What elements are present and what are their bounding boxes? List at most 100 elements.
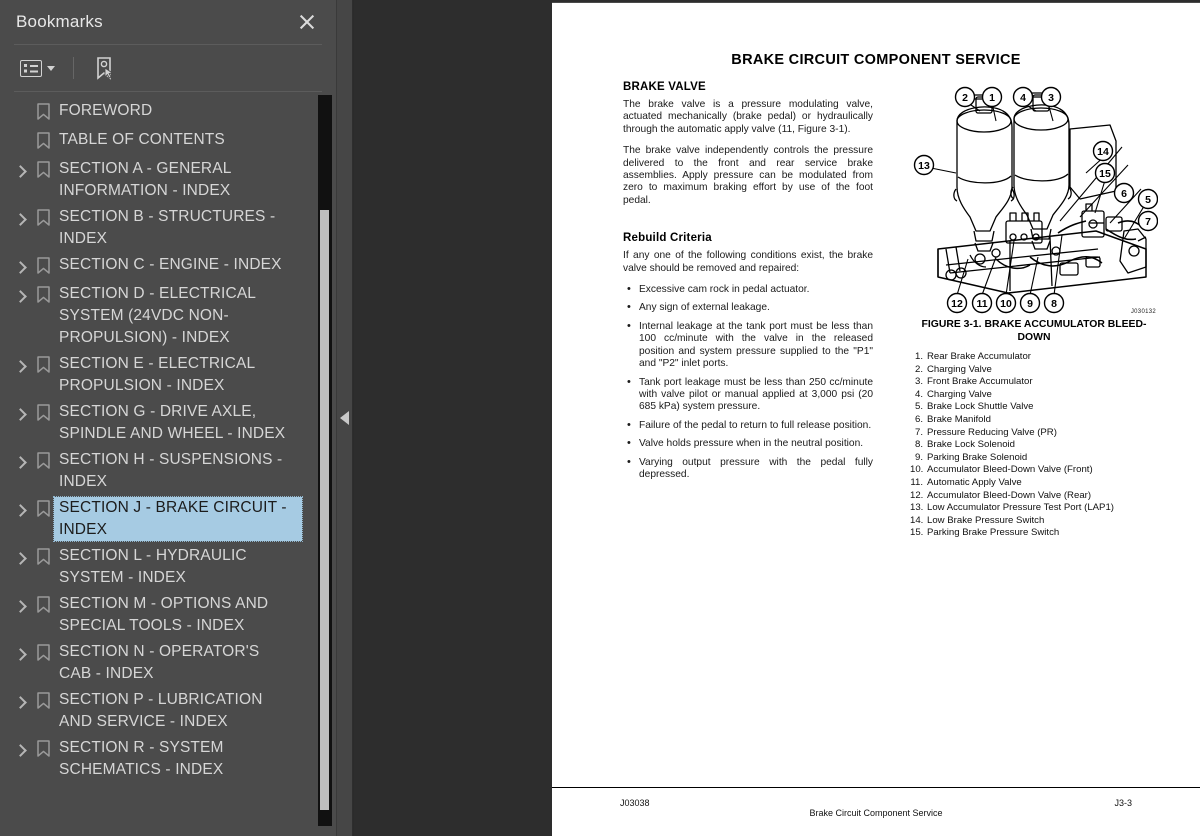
bookmark-item[interactable]: SECTION P - LUBRICATION AND SERVICE - IN… [0, 687, 318, 735]
new-bookmark-button[interactable] [90, 53, 118, 83]
bookmark-item[interactable]: FOREWORD [0, 98, 318, 127]
collapse-left-icon[interactable] [340, 411, 349, 425]
callout-bubble: 13 [913, 154, 935, 176]
legend-item-text: Parking Brake Pressure Switch [927, 527, 1060, 539]
legend-item: 14. Low Brake Pressure Switch [910, 515, 1158, 528]
legend-item-text: Accumulator Bleed-Down Valve (Rear) [927, 489, 1092, 501]
svg-text:8: 8 [1051, 298, 1057, 310]
bookmarks-scrollbar-thumb[interactable] [320, 210, 329, 810]
legend-item: 11. Automatic Apply Valve [910, 477, 1158, 490]
expand-chevron-icon[interactable] [12, 255, 32, 279]
bookmark-item[interactable]: SECTION D - ELECTRICAL SYSTEM (24VDC NON… [0, 281, 318, 351]
callout-bubble: 7 [1137, 210, 1158, 232]
callout-bubble: 3 [1040, 86, 1062, 108]
expand-chevron-icon[interactable] [12, 690, 32, 714]
rebuild-criteria-list: Excessive cam rock in pedal actuator. Any… [623, 283, 873, 482]
legend-item-text: Automatic Apply Valve [927, 476, 1022, 488]
legend-item: 3. Front Brake Accumulator [910, 376, 1158, 389]
page-footer: J03038 J3-3 Brake Circuit Component Serv… [552, 798, 1200, 818]
close-icon[interactable] [294, 9, 320, 35]
svg-text:2: 2 [962, 92, 968, 104]
bookmark-icon [32, 737, 54, 761]
bookmark-icon [32, 353, 54, 377]
rebuild-criteria-item: Failure of the pedal to return to full r… [623, 419, 873, 432]
bookmark-item-label: SECTION G - DRIVE AXLE, SPINDLE AND WHEE… [59, 403, 286, 442]
legend-item: 4. Charging Valve [910, 389, 1158, 402]
bookmarks-panel-header: Bookmarks [0, 0, 336, 44]
callout-bubble: 14 [1092, 140, 1114, 162]
bookmark-item[interactable]: TABLE OF CONTENTS [0, 127, 318, 156]
bookmarks-panel: Bookmarks FOREWORD TABLE OF CONTENTS SEC… [0, 0, 337, 836]
svg-text:9: 9 [1027, 298, 1033, 310]
bookmark-item[interactable]: SECTION B - STRUCTURES - INDEX [0, 204, 318, 252]
legend-item-number: 2. [914, 363, 923, 375]
bookmark-item[interactable]: SECTION L - HYDRAULIC SYSTEM - INDEX [0, 543, 318, 591]
section-heading: BRAKE VALVE [623, 81, 706, 93]
panel-title: Bookmarks [16, 12, 103, 31]
bookmark-item[interactable]: SECTION J - BRAKE CIRCUIT - INDEX [0, 495, 318, 543]
list-options-icon [20, 59, 42, 77]
bookmark-item[interactable]: SECTION E - ELECTRICAL PROPULSION - INDE… [0, 351, 318, 399]
legend-item-number: 14. [910, 514, 924, 526]
callout-bubble: 8 [1043, 292, 1065, 314]
callout-bubble: 10 [995, 292, 1017, 314]
bookmarks-scrollbar[interactable] [318, 95, 332, 826]
figure-legend: 1. Rear Brake Accumulator 2. Charging Valve… [910, 351, 1158, 540]
bookmark-icon [32, 206, 54, 230]
legend-item: 12. Accumulator Bleed-Down Valve (Rear) [910, 490, 1158, 503]
legend-item: 8. Brake Lock Solenoid [910, 439, 1158, 452]
bookmark-item[interactable]: SECTION N - OPERATOR'S CAB - INDEX [0, 639, 318, 687]
expand-chevron-icon[interactable] [12, 546, 32, 570]
expand-chevron-icon[interactable] [12, 402, 32, 426]
document-viewer[interactable]: BRAKE CIRCUIT COMPONENT SERVICE BRAKE VA… [354, 0, 1200, 836]
bookmark-tree-viewport: FOREWORD TABLE OF CONTENTS SECTION A - GEN… [0, 92, 337, 836]
legend-item-number: 15. [910, 527, 924, 539]
legend-item-number: 8. [914, 439, 923, 451]
expand-chevron-icon[interactable] [12, 594, 32, 618]
legend-item-text: Brake Manifold [927, 413, 991, 425]
bookmark-item-label: SECTION B - STRUCTURES - INDEX [59, 208, 276, 247]
bookmark-icon [32, 254, 54, 278]
bookmark-tree: FOREWORD TABLE OF CONTENTS SECTION A - GEN… [0, 92, 318, 783]
callout-bubble: 1 [981, 86, 1003, 108]
toolbar-separator [73, 57, 74, 79]
left-column: BRAKE VALVE The brake valve is a pressur… [623, 81, 873, 487]
panel-splitter[interactable] [337, 0, 353, 836]
document-page: BRAKE CIRCUIT COMPONENT SERVICE BRAKE VA… [552, 2, 1200, 836]
expand-chevron-icon[interactable] [12, 159, 32, 183]
legend-item-number: 10. [910, 464, 924, 476]
expand-chevron-icon[interactable] [12, 642, 32, 666]
bookmark-item[interactable]: SECTION G - DRIVE AXLE, SPINDLE AND WHEE… [0, 399, 318, 447]
bookmark-item-label: SECTION E - ELECTRICAL PROPULSION - INDE… [59, 355, 255, 394]
expand-chevron-icon[interactable] [12, 738, 32, 762]
legend-item-number: 9. [914, 451, 923, 463]
bookmark-item-label: SECTION N - OPERATOR'S CAB - INDEX [59, 643, 260, 682]
expand-chevron-icon[interactable] [12, 498, 32, 522]
expand-chevron-icon[interactable] [12, 450, 32, 474]
bookmark-item[interactable]: SECTION C - ENGINE - INDEX [0, 252, 318, 281]
bookmark-icon [32, 689, 54, 713]
svg-text:6: 6 [1121, 188, 1127, 200]
bookmark-item[interactable]: SECTION A - GENERAL INFORMATION - INDEX [0, 156, 318, 204]
bookmark-item[interactable]: SECTION R - SYSTEM SCHEMATICS - INDEX [0, 735, 318, 783]
page-title: BRAKE CIRCUIT COMPONENT SERVICE [731, 52, 1021, 68]
rebuild-criteria-item: Tank port leakage must be less than 250 … [623, 375, 873, 414]
svg-text:1: 1 [989, 92, 995, 104]
expand-chevron-icon[interactable] [12, 354, 32, 378]
list-options-button[interactable] [18, 57, 57, 80]
footer-title: Brake Circuit Component Service [809, 808, 943, 818]
rebuild-criteria-item: Varying output pressure with the pedal f… [623, 456, 873, 482]
chevron-down-icon [47, 65, 55, 71]
bookmark-icon [32, 593, 54, 617]
expand-chevron-icon[interactable] [12, 207, 32, 231]
figure-block: 1 2 3 4 5 6 7 8 9 10 11 12 13 14 15 J030132 FIGURE 3-1… [910, 81, 1158, 540]
bookmark-item-label: SECTION L - HYDRAULIC SYSTEM - INDEX [59, 547, 247, 586]
legend-item-number: 4. [914, 388, 923, 400]
brake-accumulator-illustration: 1 2 3 4 5 6 7 8 9 10 11 12 13 14 15 J030132 [910, 81, 1158, 317]
legend-item-number: 12. [910, 489, 924, 501]
bookmark-item[interactable]: SECTION M - OPTIONS AND SPECIAL TOOLS - … [0, 591, 318, 639]
bookmark-item[interactable]: SECTION H - SUSPENSIONS - INDEX [0, 447, 318, 495]
legend-item: 13. Low Accumulator Pressure Test Port (L… [910, 502, 1158, 515]
bookmark-icon [32, 641, 54, 665]
expand-chevron-icon[interactable] [12, 284, 32, 308]
